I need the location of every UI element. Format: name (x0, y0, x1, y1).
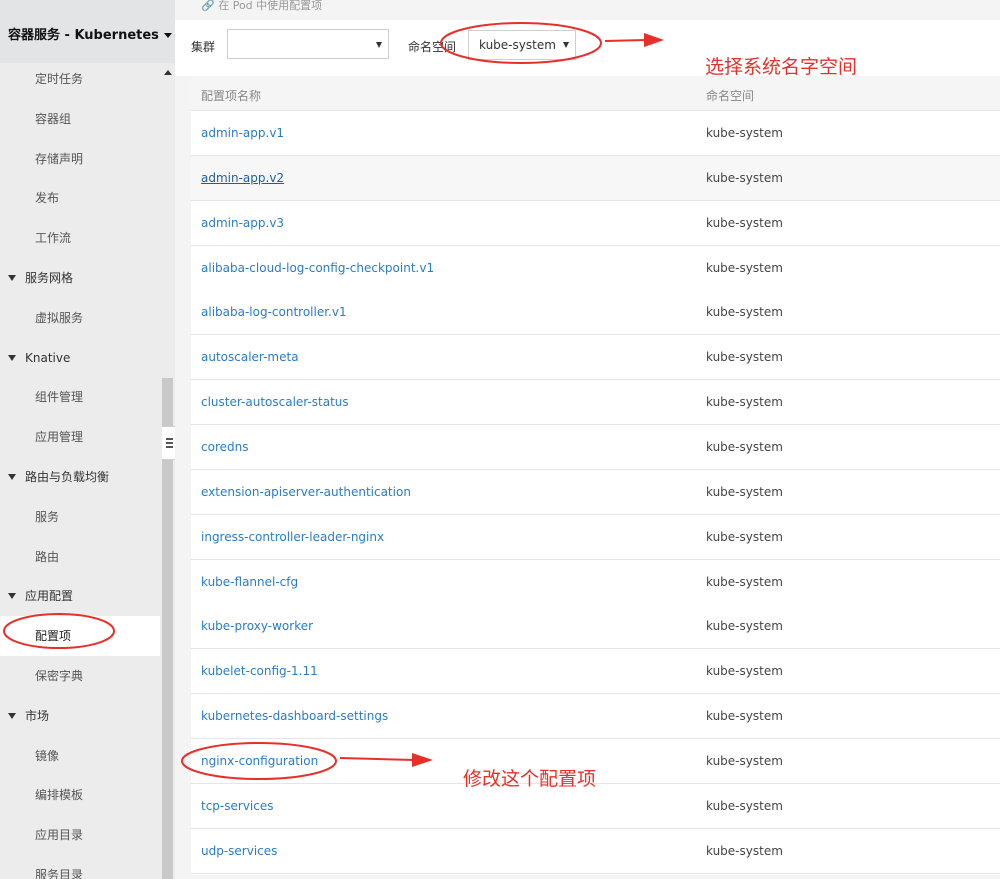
annotation-modify-item: 修改这个配置项 (463, 768, 597, 790)
annotation-overlay (3, 22, 664, 780)
namespace-highlight-circle (440, 22, 602, 64)
annotation-select-namespace: 选择系统名字空间 (705, 56, 858, 78)
namespace-arrow-head (644, 33, 664, 47)
nginx-configuration-highlight-circle (181, 742, 337, 780)
configmap-menu-highlight-circle (3, 613, 115, 649)
namespace-arrow-line (604, 39, 647, 42)
modify-arrow-line (339, 757, 415, 761)
modify-arrow-head (412, 753, 433, 767)
